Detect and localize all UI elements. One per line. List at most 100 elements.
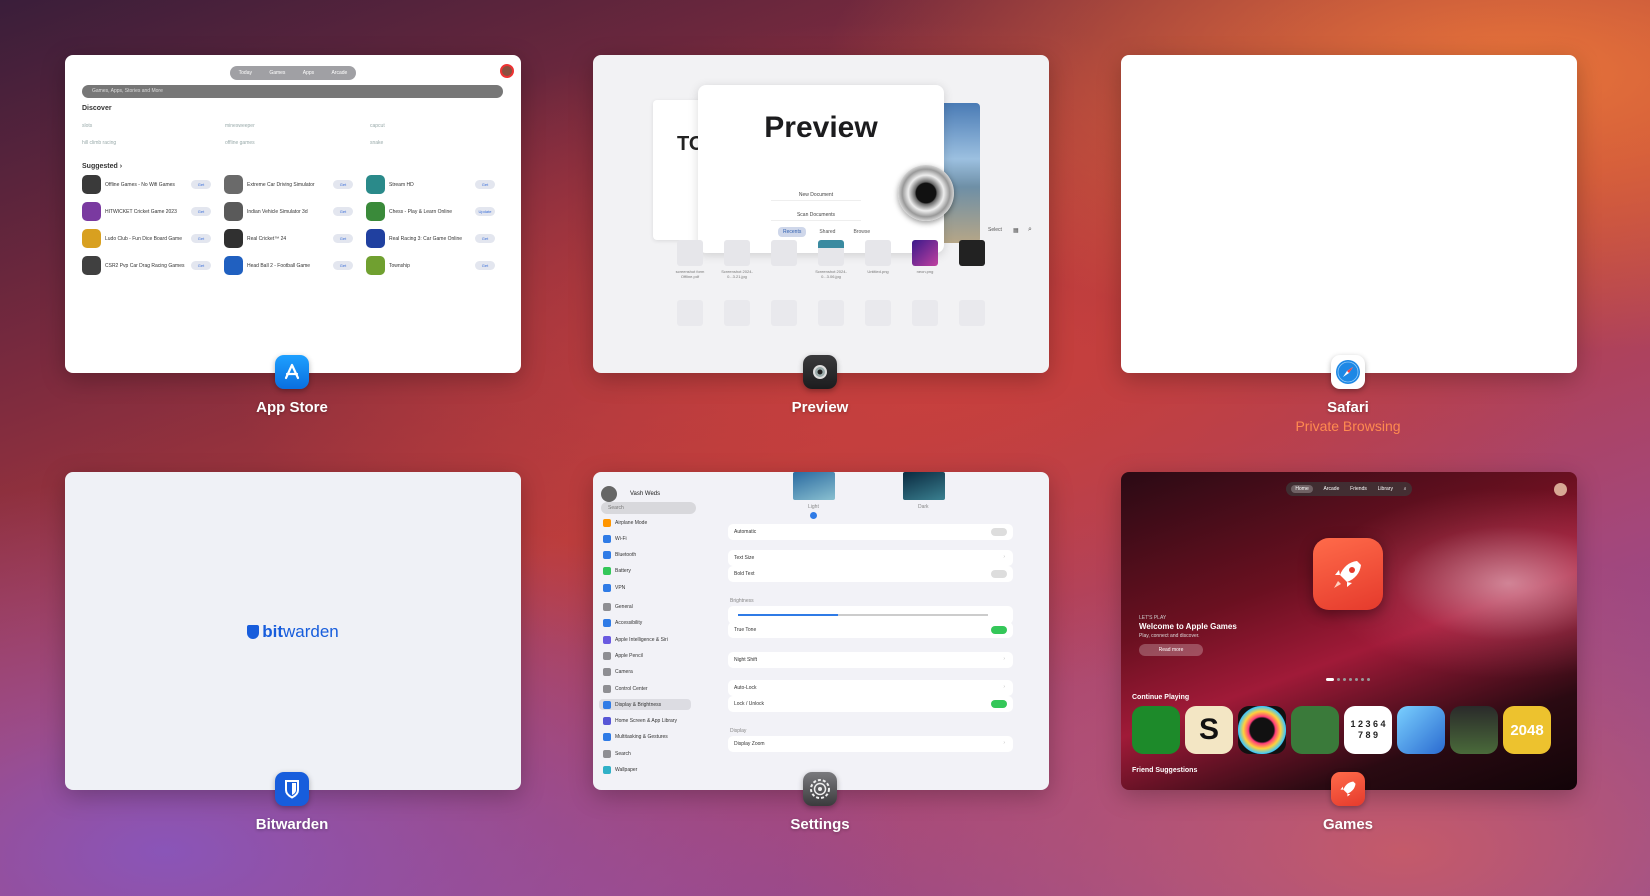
sidebar-item[interactable]: Control Center <box>603 683 693 694</box>
list-item[interactable]: Real Racing 3: Car Game Online Get <box>366 229 495 248</box>
settings-row[interactable]: Text Size › <box>728 550 1013 566</box>
get-button[interactable]: Get <box>191 207 211 216</box>
toggle-switch[interactable] <box>991 570 1007 578</box>
read-more-button[interactable]: Read more <box>1139 644 1203 656</box>
nav-friends[interactable]: Friends <box>1350 486 1367 492</box>
list-item[interactable]: Offline Games - No Wifi Games Get <box>82 175 211 194</box>
file-thumbnail[interactable] <box>771 240 797 266</box>
list-item[interactable]: Head Ball 2 - Football Game Get <box>224 256 353 275</box>
scan-documents-button[interactable]: Scan Documents <box>771 209 861 221</box>
preview-icon[interactable] <box>803 355 837 389</box>
game-tile[interactable] <box>1238 706 1286 754</box>
brightness-slider-row[interactable] <box>728 606 1013 624</box>
safari-window[interactable] <box>1121 55 1577 373</box>
sidebar-item[interactable]: Accessibility <box>603 618 693 629</box>
brightness-slider[interactable] <box>738 614 988 616</box>
suggested-heading[interactable]: Suggested › <box>82 163 122 170</box>
select-button[interactable]: Select <box>988 227 1002 233</box>
list-item[interactable]: Real Cricket™ 24 Get <box>224 229 353 248</box>
bitwarden-icon[interactable] <box>275 772 309 806</box>
get-button[interactable]: Get <box>475 234 495 243</box>
get-button[interactable]: Get <box>333 207 353 216</box>
get-button[interactable]: Get <box>333 234 353 243</box>
settings-row[interactable]: True Tone <box>728 622 1013 638</box>
sidebar-item[interactable]: Airplane Mode <box>603 517 693 528</box>
discover-chip[interactable]: slots <box>82 123 92 129</box>
nav-arcade[interactable]: Arcade <box>1324 486 1340 492</box>
games-avatar[interactable] <box>1554 483 1567 496</box>
safari-icon[interactable] <box>1331 355 1365 389</box>
dark-appearance-thumbnail[interactable] <box>903 472 945 500</box>
discover-chip[interactable]: hill climb racing <box>82 140 116 146</box>
tab-shared[interactable]: Shared <box>814 227 840 237</box>
sidebar-item[interactable]: Battery <box>603 566 693 577</box>
game-tile[interactable] <box>1132 706 1180 754</box>
game-tile[interactable] <box>1397 706 1445 754</box>
sidebar-item[interactable]: Camera <box>603 667 693 678</box>
tab-today[interactable]: Today <box>239 70 252 76</box>
toggle-switch[interactable] <box>991 626 1007 634</box>
settings-search-input[interactable]: Search <box>601 502 696 514</box>
file-thumbnail[interactable] <box>912 240 938 266</box>
list-item[interactable]: CSR2 Pvp Car Drag Racing Games Get <box>82 256 211 275</box>
preview-window[interactable]: TO Preview New Document Scan Documents R… <box>593 55 1049 373</box>
file-thumbnail[interactable] <box>677 300 703 326</box>
bitwarden-window[interactable]: bitwarden <box>65 472 521 790</box>
user-avatar[interactable] <box>601 486 617 502</box>
game-tile[interactable] <box>1291 706 1339 754</box>
nav-home[interactable]: Home <box>1291 485 1313 493</box>
discover-chip[interactable]: minesweeper <box>225 123 255 129</box>
sidebar-item[interactable]: General <box>603 602 693 613</box>
file-thumbnail[interactable] <box>771 300 797 326</box>
discover-chip[interactable]: capcut <box>370 123 385 129</box>
list-item[interactable]: Indian Vehicle Simulator 3d Get <box>224 202 353 221</box>
tab-apps[interactable]: Apps <box>303 70 314 76</box>
game-tile[interactable]: 1 2 3 6 4 7 8 9 <box>1344 706 1392 754</box>
file-thumbnail[interactable] <box>724 240 750 266</box>
sidebar-item[interactable]: Display & Brightness <box>599 699 691 711</box>
toggle-switch[interactable] <box>991 700 1007 708</box>
file-thumbnail[interactable] <box>959 300 985 326</box>
file-thumbnail[interactable] <box>818 240 844 266</box>
file-thumbnail[interactable] <box>865 240 891 266</box>
tab-browse[interactable]: Browse <box>848 227 875 237</box>
list-item[interactable]: Ludo Club - Fun Dice Board Game Get <box>82 229 211 248</box>
settings-row[interactable]: Night Shift › <box>728 652 1013 668</box>
sidebar-item[interactable]: Home Screen & App Library <box>603 716 693 727</box>
get-button[interactable]: Get <box>191 234 211 243</box>
list-item[interactable]: HITWICKET Cricket Game 2023 Get <box>82 202 211 221</box>
sidebar-item[interactable]: Bluetooth <box>603 550 693 561</box>
list-item[interactable]: Township Get <box>366 256 495 275</box>
get-button[interactable]: Get <box>475 180 495 189</box>
account-avatar[interactable] <box>500 64 514 78</box>
sidebar-item[interactable]: Apple Intelligence & Siri <box>603 634 693 645</box>
app-store-window[interactable]: Today Games Apps Arcade Games, Apps, Sto… <box>65 55 521 373</box>
search-input[interactable]: Games, Apps, Stories and More <box>82 85 503 98</box>
settings-row[interactable]: Bold Text <box>728 566 1013 582</box>
light-appearance-thumbnail[interactable] <box>793 472 835 500</box>
list-item[interactable]: Chess - Play & Learn Online Update <box>366 202 495 221</box>
toggle-switch[interactable] <box>991 528 1007 536</box>
carousel-page-dots[interactable] <box>1326 678 1370 681</box>
sidebar-item[interactable]: Multitasking & Gestures <box>603 732 693 743</box>
app-store-icon[interactable] <box>275 355 309 389</box>
game-tile[interactable]: S <box>1185 706 1233 754</box>
sidebar-item[interactable]: Search <box>603 748 693 759</box>
get-button[interactable]: Get <box>333 261 353 270</box>
file-thumbnail[interactable] <box>724 300 750 326</box>
new-document-button[interactable]: New Document <box>771 189 861 201</box>
file-thumbnail[interactable] <box>865 300 891 326</box>
get-button[interactable]: Update <box>475 207 495 216</box>
nav-library[interactable]: Library <box>1378 486 1393 492</box>
get-button[interactable]: Get <box>191 261 211 270</box>
games-window[interactable]: Home Arcade Friends Library ⌕ LET'S PLAY… <box>1121 472 1577 790</box>
get-button[interactable]: Get <box>475 261 495 270</box>
sidebar-item[interactable]: Wallpaper <box>603 765 693 776</box>
grid-view-icon[interactable]: ▦ <box>1013 227 1019 234</box>
settings-row[interactable]: Automatic <box>728 524 1013 540</box>
search-icon[interactable]: ⌕ <box>1028 226 1032 234</box>
search-icon[interactable]: ⌕ <box>1404 486 1407 492</box>
tab-recents[interactable]: Recents <box>778 227 807 237</box>
list-item[interactable]: Stream HD Get <box>366 175 495 194</box>
get-button[interactable]: Get <box>333 180 353 189</box>
